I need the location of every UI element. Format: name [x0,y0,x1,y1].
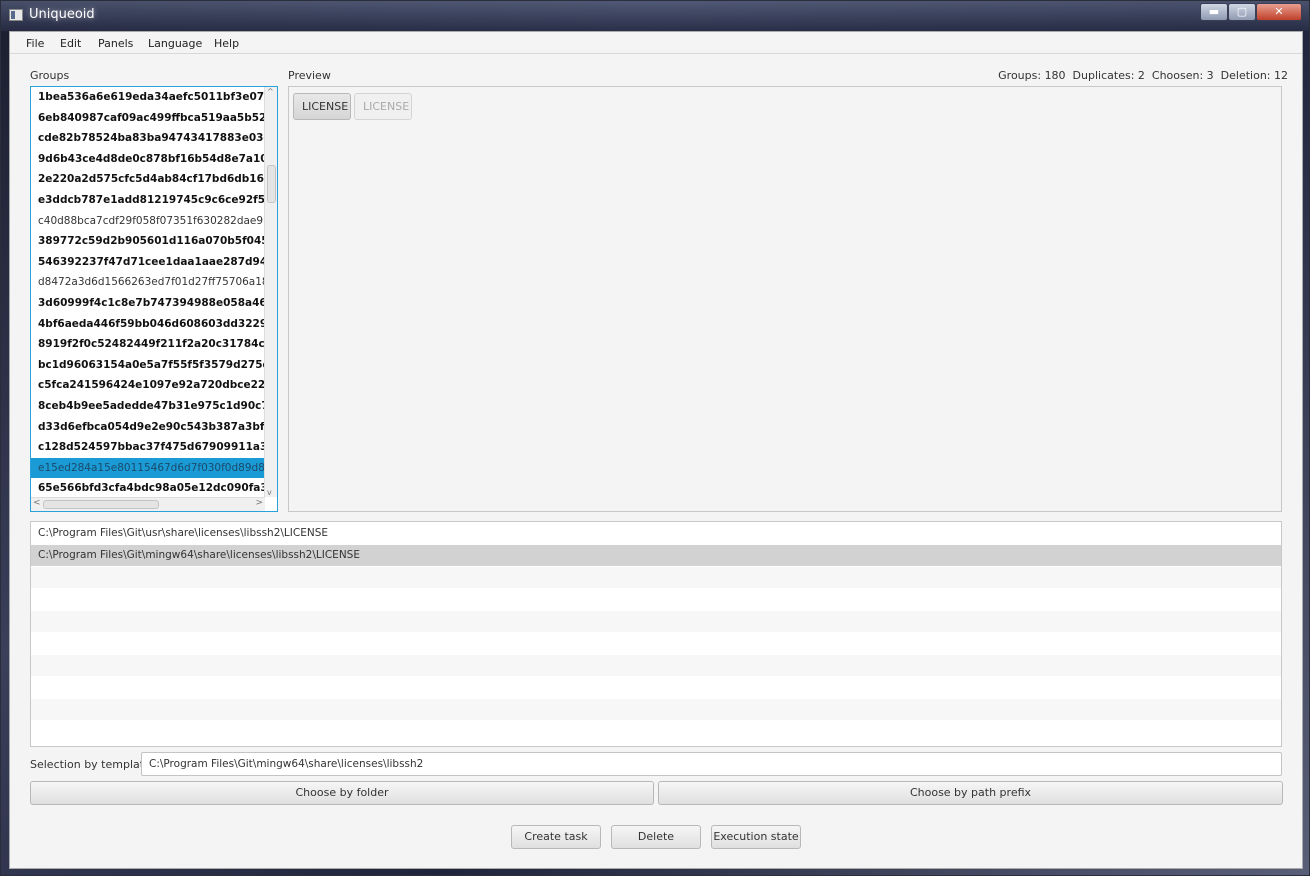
choose-by-path-prefix-button[interactable]: Choose by path prefix [658,781,1283,805]
file-row[interactable]: C:\Program Files\Git\usr\share\licenses\… [31,523,1281,544]
window-title: Uniqueoid [29,7,95,22]
group-item[interactable]: e3ddcb787e1add81219745c9c6ce92f5863ec [31,190,265,210]
scroll-left-icon[interactable]: < [33,498,41,508]
app-window: Uniqueoid ▬ ▢ ✕ File Edit Panels Languag… [0,0,1310,876]
group-item[interactable]: cde82b78524ba83ba94743417883e03e3311 [31,128,265,148]
close-button[interactable]: ✕ [1256,3,1302,21]
maximize-icon: ▢ [1236,5,1248,18]
groups-vertical-scrollbar[interactable]: ^ v [264,87,277,497]
group-item[interactable]: 546392237f47d71cee1daa1aae287d94d932 [31,252,265,272]
group-item[interactable]: 1bea536a6e619eda34aefc5011bf3e0701b8b [31,87,265,107]
group-item[interactable]: 4bf6aeda446f59bb046d608603dd32298848 [31,314,265,334]
template-label: Selection by template [30,758,151,771]
empty-file-row [31,655,1281,676]
empty-file-row [31,721,1281,742]
stats-summary: Groups: 180 Duplicates: 2 Choosen: 3 Del… [998,69,1288,82]
groups-list[interactable]: 1bea536a6e619eda34aefc5011bf3e0701b8b6eb… [30,86,278,512]
client-area: File Edit Panels Language Help Groups Pr… [9,31,1303,869]
template-input[interactable] [141,752,1282,776]
menu-panels[interactable]: Panels [98,37,133,50]
preview-tab-license-1[interactable]: LICENSE [293,93,351,120]
menu-edit[interactable]: Edit [60,37,81,50]
empty-file-row [31,699,1281,720]
menu-language[interactable]: Language [148,37,202,50]
preview-tab-license-2[interactable]: LICENSE [354,93,412,120]
files-list[interactable]: C:\Program Files\Git\usr\share\licenses\… [30,521,1282,747]
groups-horizontal-scrollbar[interactable]: < > [31,497,265,511]
empty-file-row [31,589,1281,610]
menu-bar: File Edit Panels Language Help [10,32,1302,54]
execution-state-button[interactable]: Execution state [711,825,801,849]
app-window-icon[interactable] [9,9,23,21]
group-item[interactable]: d8472a3d6d1566263ed7f01d27ff75706a18515 [31,272,265,292]
groups-label: Groups [30,69,70,82]
minimize-button[interactable]: ▬ [1200,3,1228,21]
groups-vertical-scroll-thumb[interactable] [267,165,276,203]
file-row[interactable]: C:\Program Files\Git\mingw64\share\licen… [31,545,1281,566]
preview-panel: LICENSE LICENSE [288,86,1282,512]
empty-file-row [31,633,1281,654]
group-item[interactable]: 6eb840987caf09ac499ffbca519aa5b52d47b8 [31,108,265,128]
empty-file-row [31,567,1281,588]
delete-button[interactable]: Delete [611,825,701,849]
minimize-icon: ▬ [1208,5,1220,18]
scroll-up-icon[interactable]: ^ [267,87,274,96]
groups-horizontal-scroll-thumb[interactable] [43,500,159,509]
maximize-button[interactable]: ▢ [1228,3,1256,21]
group-item[interactable]: 8ceb4b9ee5adedde47b31e975c1d90c73ad2 [31,396,265,416]
create-task-button[interactable]: Create task [511,825,601,849]
group-item[interactable]: c40d88bca7cdf29f058f07351f630282dae9b4cd [31,211,265,231]
group-item[interactable]: c5fca241596424e1097e92a720dbce2233621 [31,375,265,395]
menu-help[interactable]: Help [214,37,239,50]
group-item[interactable]: 9d6b43ce4d8de0c878bf16b54d8e7a10d9bd [31,149,265,169]
group-item[interactable]: 65e566bfd3cfa4bdc98a05e12dc090fa341be [31,478,265,498]
group-item[interactable]: 8919f2f0c52482449f211f2a20c31784ca688b [31,334,265,354]
scroll-down-icon[interactable]: v [267,488,272,497]
menu-file[interactable]: File [26,37,44,50]
empty-file-row [31,677,1281,698]
group-item[interactable]: 389772c59d2b905601d116a070b5f045378a [31,231,265,251]
scroll-right-icon[interactable]: > [255,498,263,508]
title-bar[interactable]: Uniqueoid ▬ ▢ ✕ [1,1,1309,31]
group-item[interactable]: 2e220a2d575cfc5d4ab84cf17bd6db169576b [31,169,265,189]
group-item[interactable]: bc1d96063154a0e5a7f55f5f3579d275c124e [31,355,265,375]
empty-file-row [31,611,1281,632]
close-icon: ✕ [1274,5,1284,18]
group-item[interactable]: d33d6efbca054d9e2e90c543b387a3bfe3f97 [31,417,265,437]
group-item[interactable]: 3d60999f4c1c8e7b747394988e058a46bfdf1 [31,293,265,313]
group-item[interactable]: c128d524597bbac37f475d67909911a3af44a [31,437,265,457]
preview-label: Preview [288,69,331,82]
group-item[interactable]: e15ed284a15e80115467d6d7f030f0d89d8fabb [31,457,265,478]
choose-by-folder-button[interactable]: Choose by folder [30,781,654,805]
